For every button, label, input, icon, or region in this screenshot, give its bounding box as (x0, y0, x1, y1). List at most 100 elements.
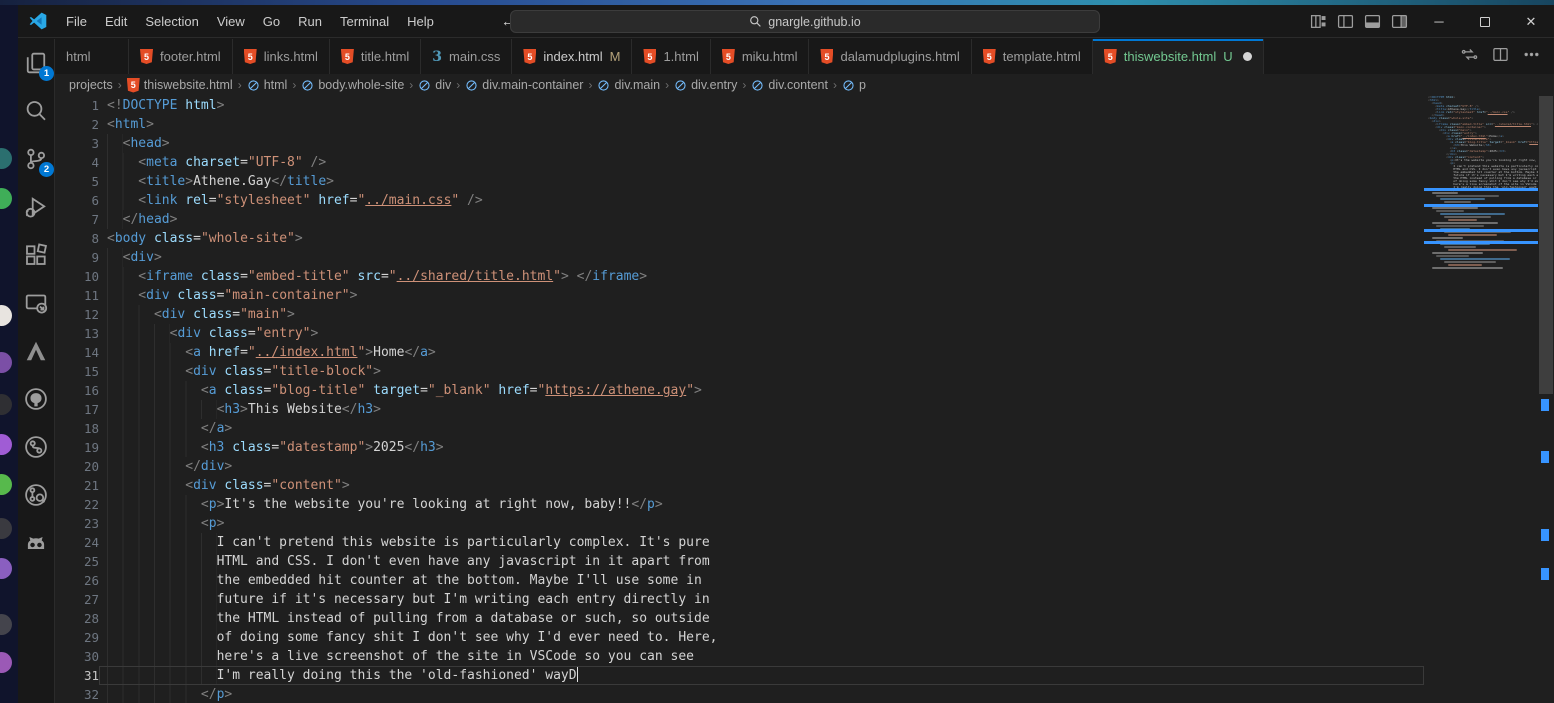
command-center-search[interactable]: gnargle.github.io (510, 10, 1100, 33)
code-line[interactable]: 20</div> (55, 457, 1424, 476)
indent-guides (107, 495, 201, 514)
code-line[interactable]: 8<body class="whole-site"> (55, 229, 1424, 248)
tab-title-html[interactable]: 5title.html (330, 39, 421, 74)
activitybar-item-explorer[interactable]: 1 (20, 47, 52, 79)
code-line[interactable]: 27future if it's necessary but I'm writi… (55, 590, 1424, 609)
minimap[interactable]: <!DOCTYPE html><html> <head> <meta chars… (1424, 96, 1538, 703)
tab-html[interactable]: html (55, 39, 129, 74)
breadcrumb-symbol-div[interactable]: div (418, 78, 451, 92)
menu-file[interactable]: File (57, 10, 96, 33)
code-token: > (1504, 149, 1506, 153)
menu-terminal[interactable]: Terminal (331, 10, 398, 33)
tab-index-html[interactable]: 5index.htmlM (512, 39, 632, 74)
unsaved-dot-icon (1243, 52, 1252, 61)
code-line[interactable]: 10<iframe class="embed-title" src="../sh… (55, 267, 1424, 286)
menu-selection[interactable]: Selection (136, 10, 207, 33)
code-line[interactable]: 31I'm really doing this the 'old-fashion… (55, 666, 1424, 685)
breadcrumb-file[interactable]: 5thiswebsite.html (127, 78, 233, 93)
breadcrumb-symbol-html[interactable]: html (247, 78, 288, 92)
toggle-panel-button[interactable] (1364, 13, 1381, 30)
code-line[interactable]: 26the embedded hit counter at the bottom… (55, 571, 1424, 590)
code-line[interactable]: 14<a href="../index.html">Home</a> (55, 343, 1424, 362)
more-actions-button[interactable] (1523, 46, 1540, 68)
activitybar-item-a-logo[interactable] (20, 335, 52, 367)
code-line[interactable]: 25HTML and CSS. I don't even have any ja… (55, 552, 1424, 571)
code-token: > (185, 172, 193, 191)
activitybar-item-remote-explorer[interactable] (20, 287, 52, 319)
code-line[interactable]: 6<link rel="stylesheet" href="../main.cs… (55, 191, 1424, 210)
toggle-primary-sidebar-button[interactable] (1337, 13, 1354, 30)
tab-footer-html[interactable]: 5footer.html (129, 39, 233, 74)
minimap-content-bar (1448, 249, 1517, 251)
menu-run[interactable]: Run (289, 10, 331, 33)
code-line[interactable]: 17<h3>This Website</h3> (55, 400, 1424, 419)
breadcrumb-symbol-div-main[interactable]: div.main (597, 78, 660, 92)
activitybar-item-source-control[interactable]: 2 (20, 143, 52, 175)
tab-template-html[interactable]: 5template.html (972, 39, 1093, 74)
tab-miku-html[interactable]: 5miku.html (711, 39, 810, 74)
code-line[interactable]: 1<!DOCTYPE html> (55, 96, 1424, 115)
breadcrumb-root[interactable]: projects (69, 78, 113, 92)
code-line[interactable]: 29of doing some fancy shit I don't see w… (55, 628, 1424, 647)
tab-thiswebsite-html[interactable]: 5thiswebsite.htmlU (1093, 39, 1264, 74)
activitybar-item-github[interactable] (20, 383, 52, 415)
symbol-element-icon (597, 79, 610, 92)
code-line[interactable]: 21<div class="content"> (55, 476, 1424, 495)
breadcrumb-symbol-div-main-container[interactable]: div.main-container (465, 78, 583, 92)
code-line[interactable]: 24I can't pretend this website is partic… (55, 533, 1424, 552)
breadcrumb-symbol-p[interactable]: p (842, 78, 866, 92)
activitybar-item-extensions[interactable] (20, 239, 52, 271)
code-line[interactable]: 30here's a live screenshot of the site i… (55, 647, 1424, 666)
breadcrumb-separator: › (238, 78, 242, 92)
code-token: > (561, 267, 569, 286)
code-line[interactable]: 19<h3 class="datestamp">2025</h3> (55, 438, 1424, 457)
open-changes-button[interactable] (1461, 46, 1478, 68)
breadcrumb-symbol-div-content[interactable]: div.content (751, 78, 828, 92)
symbol-element-icon (842, 79, 855, 92)
code-editor[interactable]: 1<!DOCTYPE html>2<html>3<head>4<meta cha… (55, 96, 1554, 703)
code-line[interactable]: 2<html> (55, 115, 1424, 134)
code-line[interactable]: 5<title>Athene.Gay</title> (55, 172, 1424, 191)
breadcrumb-symbol-body-whole-site[interactable]: body.whole-site (301, 78, 404, 92)
split-editor-button[interactable] (1492, 46, 1509, 68)
code-line[interactable]: 3<head> (55, 134, 1424, 153)
code-token: meta (146, 153, 177, 172)
close-button[interactable]: ✕ (1508, 5, 1554, 38)
code-line[interactable]: 15<div class="title-block"> (55, 362, 1424, 381)
activitybar-item-gitlens[interactable] (20, 479, 52, 511)
code-line[interactable]: 22<p>It's the website you're looking at … (55, 495, 1424, 514)
code-line[interactable]: 9<div> (55, 248, 1424, 267)
code-line[interactable]: 13<div class="entry"> (55, 324, 1424, 343)
activitybar-item-godot[interactable] (20, 527, 52, 559)
code-token (303, 153, 311, 172)
code-line[interactable]: 11<div class="main-container"> (55, 286, 1424, 305)
minimize-button[interactable]: ─ (1416, 5, 1462, 38)
code-line[interactable]: 32</p> (55, 685, 1424, 703)
code-line[interactable]: 12<div class="main"> (55, 305, 1424, 324)
menu-help[interactable]: Help (398, 10, 443, 33)
code-line[interactable]: 18</a> (55, 419, 1424, 438)
code-line[interactable]: 23<p> (55, 514, 1424, 533)
tab-label: html (66, 49, 91, 64)
toggle-secondary-sidebar-button[interactable] (1391, 13, 1408, 30)
tab-1-html[interactable]: 51.html (632, 39, 710, 74)
tab-dalamudplugins-html[interactable]: 5dalamudplugins.html (809, 39, 971, 74)
menu-go[interactable]: Go (254, 10, 289, 33)
menu-edit[interactable]: Edit (96, 10, 136, 33)
customize-layout-button[interactable] (1310, 13, 1327, 30)
code-token: > (217, 514, 225, 533)
maximize-button[interactable] (1462, 5, 1508, 38)
activitybar-item-run-debug[interactable] (20, 191, 52, 223)
scrollbar-thumb[interactable] (1539, 96, 1553, 394)
editor-scrollbar[interactable] (1538, 96, 1554, 703)
code-line[interactable]: 4<meta charset="UTF-8" /> (55, 153, 1424, 172)
tab-main-css[interactable]: 3main.css (421, 39, 512, 74)
activitybar-item-search[interactable] (20, 95, 52, 127)
code-line[interactable]: 16<a class="blog-title" target="_blank" … (55, 381, 1424, 400)
code-line[interactable]: 28the HTML instead of pulling from a dat… (55, 609, 1424, 628)
activitybar-item-git-graph[interactable] (20, 431, 52, 463)
tab-links-html[interactable]: 5links.html (233, 39, 330, 74)
menu-view[interactable]: View (208, 10, 254, 33)
breadcrumb-symbol-div-entry[interactable]: div.entry (674, 78, 737, 92)
code-line[interactable]: 7</head> (55, 210, 1424, 229)
